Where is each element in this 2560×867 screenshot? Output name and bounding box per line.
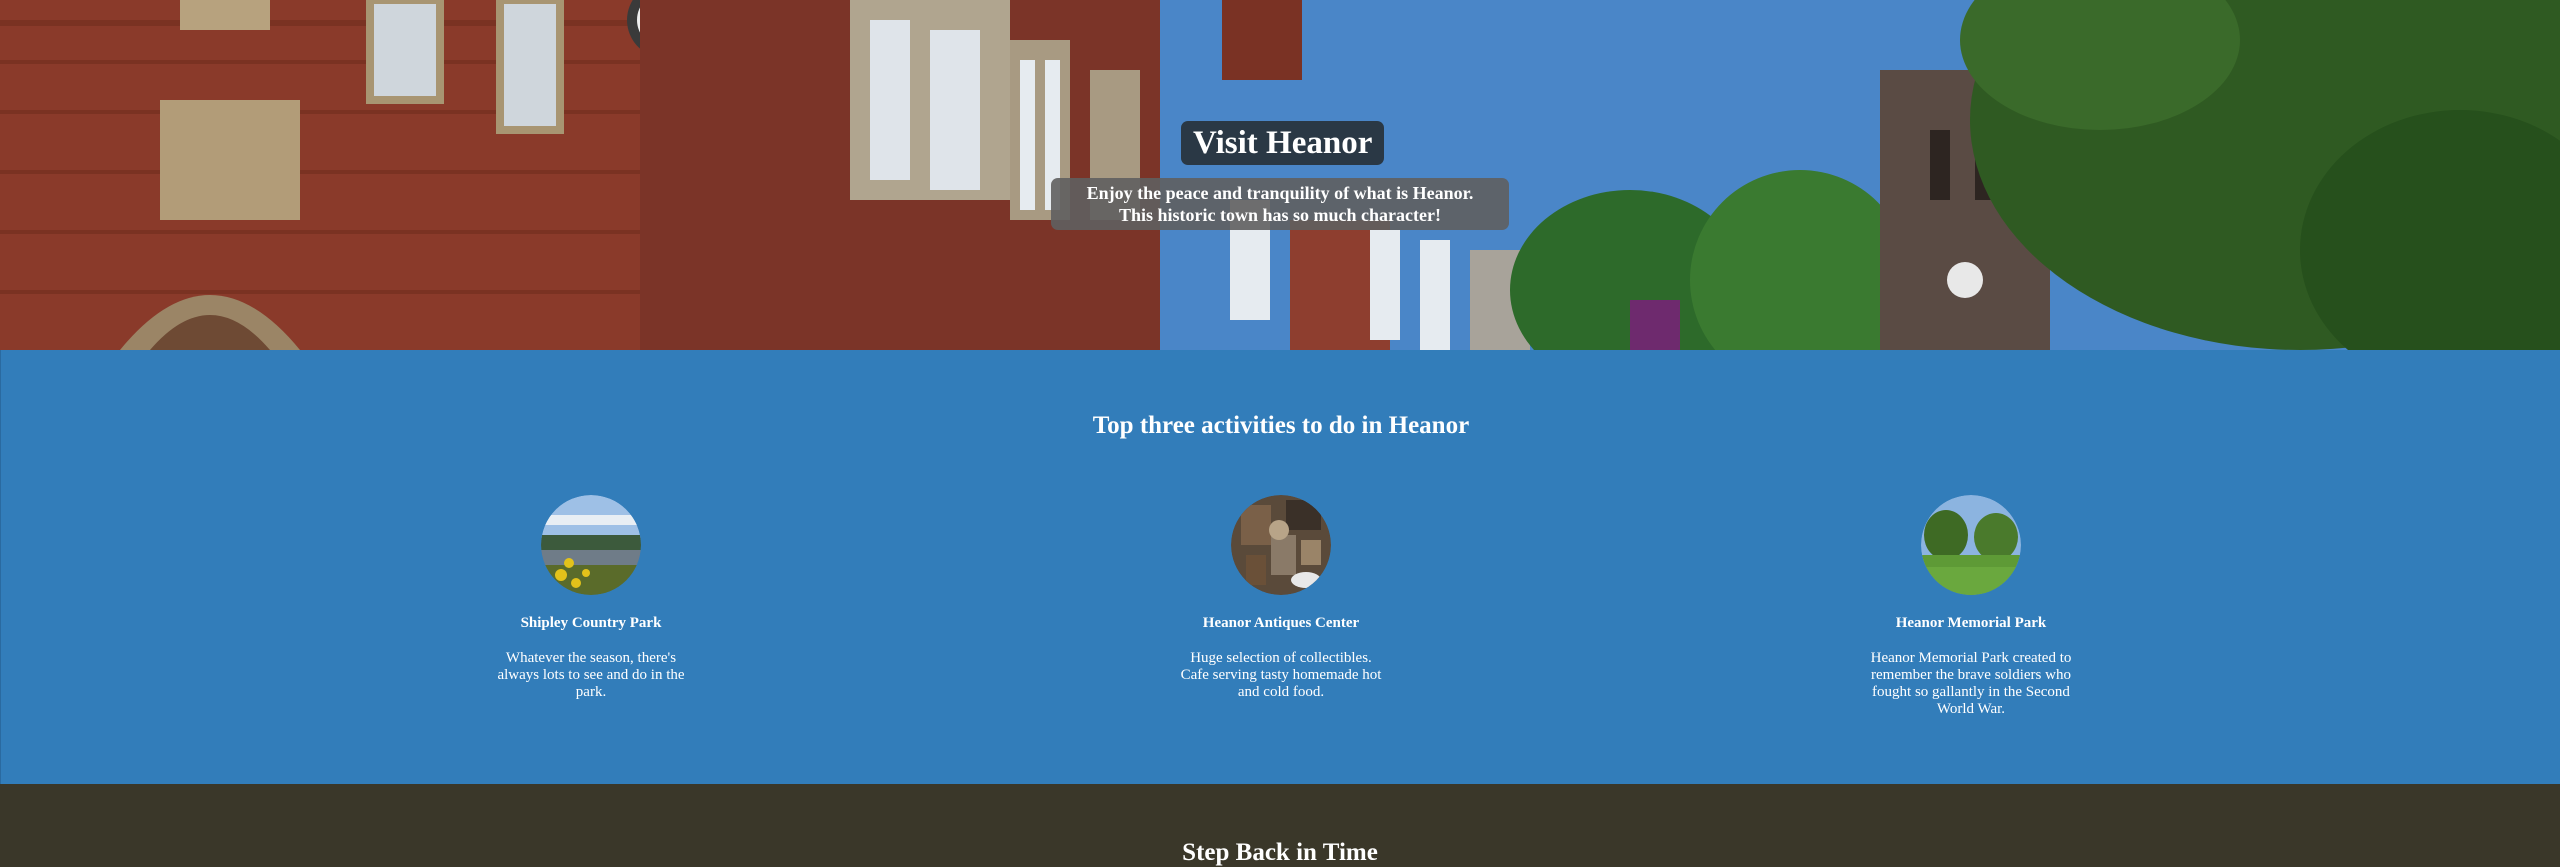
hero-banner: Visit Heanor Enjoy the peace and tranqui…: [0, 0, 2560, 350]
activity-card-memorial-park: Heanor Memorial Park Heanor Memorial Par…: [1866, 495, 2076, 718]
heanor-town-photo: [0, 0, 2560, 350]
activities-section: Top three activities to do in Heanor Shi…: [0, 350, 2560, 784]
shipley-park-photo: [541, 495, 641, 595]
hero-subtitle-line1: Enjoy the peace and tranquility of what …: [1086, 183, 1474, 203]
activity-description: Whatever the season, there's always lots…: [497, 650, 685, 700]
activity-name: Heanor Antiques Center: [1202, 615, 1360, 631]
antiques-center-photo: [1231, 495, 1331, 595]
hero-subtitle-line2: This historic town has so much character…: [1119, 205, 1441, 225]
hero-subtitle: Enjoy the peace and tranquility of what …: [1051, 178, 1509, 230]
activity-card-shipley: Shipley Country Park Whatever the season…: [486, 495, 696, 701]
activity-name: Shipley Country Park: [520, 615, 662, 631]
activity-description: Huge selection of collectibles. Cafe ser…: [1180, 650, 1382, 700]
activity-card-antiques: Heanor Antiques Center Huge selection of…: [1176, 495, 1386, 701]
activities-heading: Top three activities to do in Heanor: [1092, 412, 1470, 439]
hero-title: Visit Heanor: [1181, 121, 1385, 165]
history-heading: Step Back in Time: [1182, 839, 1378, 866]
history-section: Step Back in Time: [0, 784, 2560, 866]
activity-description: Heanor Memorial Park created to remember…: [1870, 650, 2072, 717]
memorial-park-photo: [1921, 495, 2021, 595]
activity-name: Heanor Memorial Park: [1895, 615, 2047, 631]
